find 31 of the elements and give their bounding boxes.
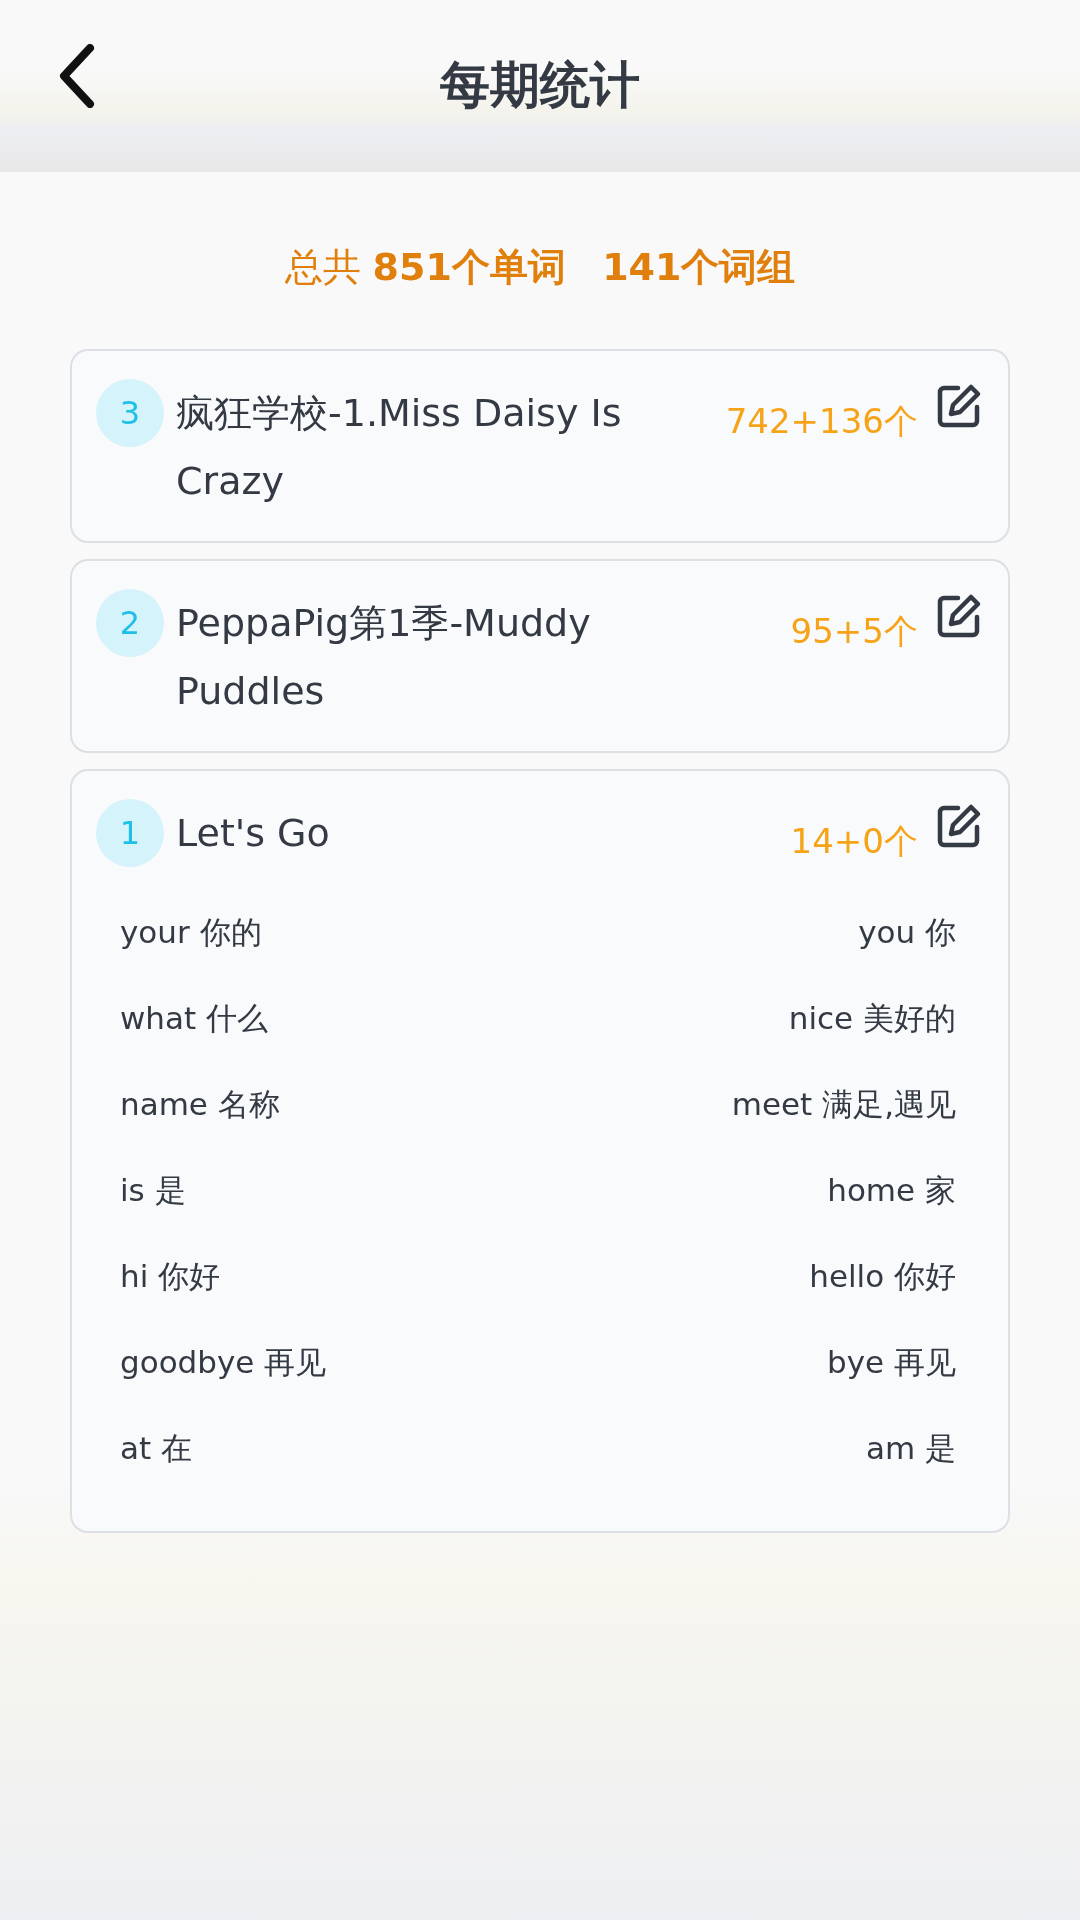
word-entry: hello 你好 xyxy=(808,1257,956,1296)
word-count: 742+136个 xyxy=(725,400,918,443)
issue-card[interactable]: 1 Let's Go 14+0个 your 你的 you 你 what 什么 nice 美好的 name 名称 meet 满足,遇见 is 是 home 家 hi 你好 hello 你好 goodbye 再见 bye 再见 at 在 am 是 xyxy=(70,769,1010,1533)
issue-title: PeppaPig第1季-Muddy Puddles xyxy=(176,601,591,713)
edit-icon[interactable] xyxy=(936,593,982,639)
edit-icon[interactable] xyxy=(936,803,982,849)
word-entry: you 你 xyxy=(857,913,956,952)
word-count: 14+0个 xyxy=(790,820,918,863)
page-title: 每期统计 xyxy=(440,55,640,116)
word-entry: home 家 xyxy=(826,1171,956,1210)
issue-card[interactable]: 2 PeppaPig第1季-Muddy Puddles 95+5个 xyxy=(70,559,1010,753)
word-entry: what 什么 xyxy=(120,999,269,1038)
issue-title: 疯狂学校-1.Miss Daisy Is Crazy xyxy=(176,391,622,503)
word-entry: your 你的 xyxy=(120,913,263,952)
word-entry: hi 你好 xyxy=(120,1257,222,1296)
issue-card[interactable]: 3 疯狂学校-1.Miss Daisy Is Crazy 742+136个 xyxy=(70,349,1010,543)
issue-number-badge: 3 xyxy=(96,379,164,447)
word-entry: bye 再见 xyxy=(826,1343,956,1382)
edit-icon[interactable] xyxy=(936,383,982,429)
word-entry: meet 满足,遇见 xyxy=(730,1085,956,1124)
issue-title: Let's Go xyxy=(176,811,330,855)
word-entry: nice 美好的 xyxy=(787,999,956,1038)
word-entry: goodbye 再见 xyxy=(120,1343,328,1382)
word-entry: at 在 xyxy=(120,1429,193,1468)
word-entry: is 是 xyxy=(120,1171,187,1210)
issue-number-badge: 1 xyxy=(96,799,164,867)
issue-number-badge: 2 xyxy=(96,589,164,657)
word-count: 95+5个 xyxy=(790,610,918,653)
summary-text: 总共 851个单词 141个词组 xyxy=(283,244,797,291)
word-entry: am 是 xyxy=(864,1429,956,1468)
word-entry: name 名称 xyxy=(120,1085,281,1124)
